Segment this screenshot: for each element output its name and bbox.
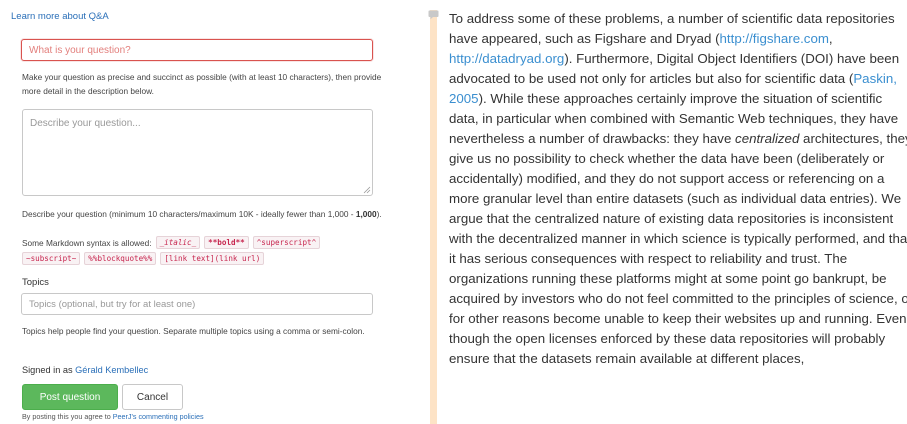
cancel-button[interactable]: Cancel bbox=[122, 384, 183, 410]
post-question-button[interactable]: Post question bbox=[22, 384, 118, 410]
markdown-bold-example: **bold** bbox=[204, 236, 249, 249]
description-help-pre: Describe your question (minimum 10 chara… bbox=[22, 209, 356, 219]
question-help-text: Make your question as precise and succin… bbox=[22, 72, 382, 96]
signed-in-user-link[interactable]: Gérald Kembellec bbox=[75, 365, 148, 375]
comment-bubble-icon[interactable] bbox=[428, 9, 439, 20]
markdown-superscript-example: ^superscript^ bbox=[252, 236, 321, 249]
centralized-emphasis: centralized bbox=[735, 131, 800, 146]
description-help-limit: 1,000 bbox=[355, 209, 377, 219]
topics-help-text: Topics help people find your question. S… bbox=[22, 326, 365, 336]
commenting-policies-link[interactable]: PeerJ's commenting policies bbox=[113, 412, 204, 421]
topics-label: Topics bbox=[22, 277, 49, 288]
article-text-5: architectures, they give us no possibili… bbox=[449, 131, 907, 366]
article-panel: To address some of these problems, a num… bbox=[417, 0, 907, 424]
figshare-link[interactable]: http://figshare.com bbox=[720, 31, 829, 46]
markdown-intro: Some Markdown syntax is allowed: bbox=[22, 237, 152, 248]
question-form: Learn more about Q&A Make your question … bbox=[0, 0, 400, 424]
resize-grip-icon[interactable] bbox=[363, 186, 371, 194]
article-paragraph: To address some of these problems, a num… bbox=[449, 9, 907, 369]
markdown-link-example: [link text](link url) bbox=[160, 252, 265, 265]
annotation-highlight-bar[interactable] bbox=[430, 10, 437, 424]
markdown-syntax-line: Some Markdown syntax is allowed: _italic… bbox=[22, 236, 321, 249]
signed-in-prefix: Signed in as bbox=[22, 365, 73, 375]
description-help-post: ). bbox=[376, 209, 382, 219]
markdown-syntax-line-2: ~subscript~ %%blockquote%% [link text](l… bbox=[22, 252, 265, 265]
dryad-link[interactable]: http://datadryad.org bbox=[449, 51, 564, 66]
markdown-subscript-example: ~subscript~ bbox=[22, 252, 81, 265]
markdown-italic-example: _italic_ bbox=[155, 236, 201, 249]
description-help-text: Describe your question (minimum 10 chara… bbox=[22, 207, 382, 221]
signed-in-info: Signed in as Gérald Kembellec bbox=[22, 365, 148, 375]
policy-agreement-prefix: By posting this you agree to bbox=[22, 412, 111, 421]
policy-agreement: By posting this you agree to PeerJ's com… bbox=[22, 412, 204, 421]
learn-more-link[interactable]: Learn more about Q&A bbox=[11, 11, 109, 22]
article-text-2: , bbox=[828, 31, 833, 46]
description-textarea[interactable] bbox=[22, 109, 373, 196]
question-input[interactable] bbox=[21, 39, 373, 61]
markdown-blockquote-example: %%blockquote%% bbox=[84, 252, 157, 265]
topics-input[interactable] bbox=[21, 293, 373, 315]
